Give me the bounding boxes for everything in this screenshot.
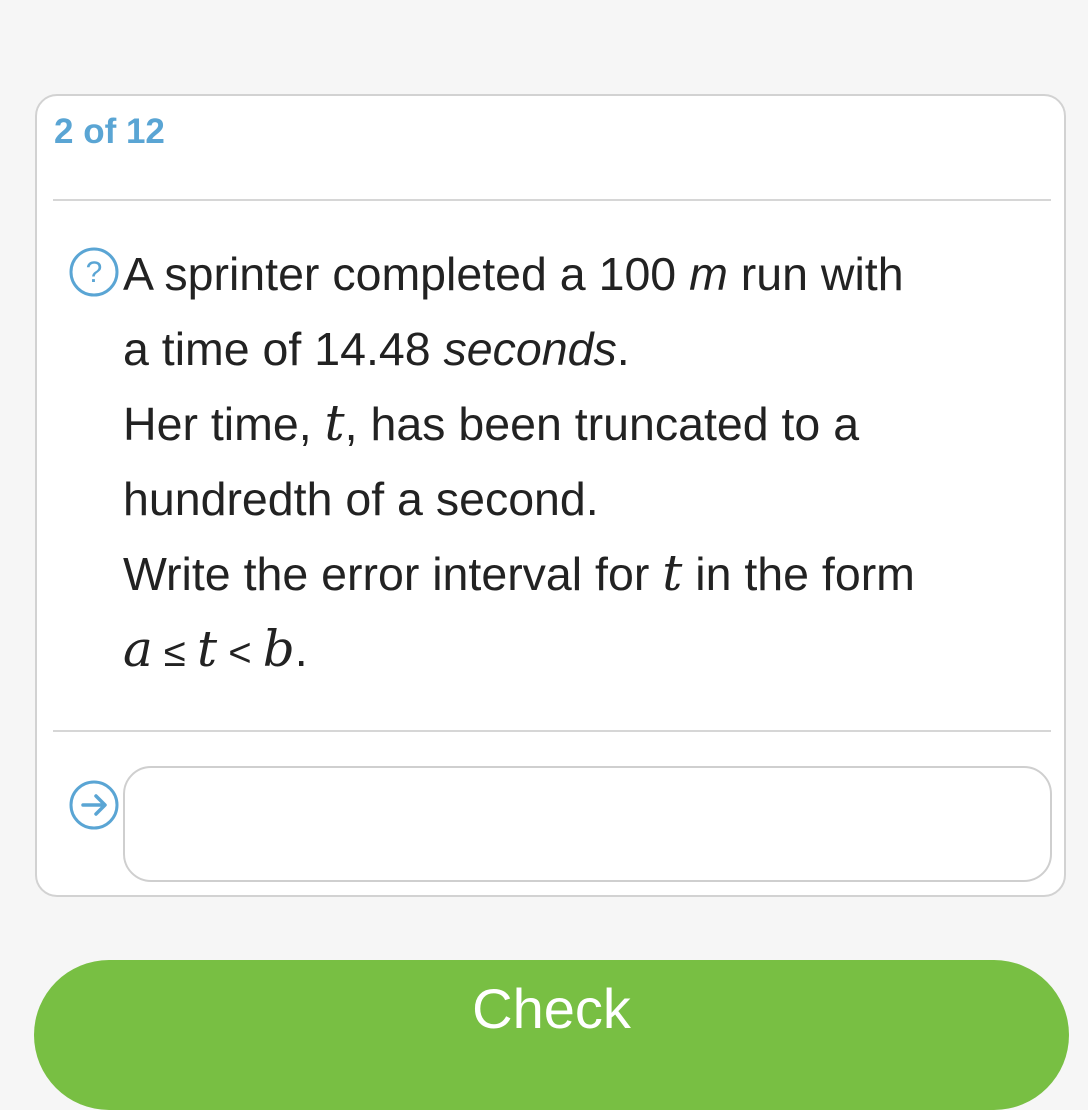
unit-seconds: seconds: [443, 322, 617, 375]
question-line-3: Her time, t, has been truncated to a: [123, 394, 860, 452]
check-button[interactable]: Check: [34, 960, 1069, 1110]
variable-b: b: [262, 619, 295, 678]
less-than-sign: <: [217, 630, 263, 675]
question-counter: 2 of 12: [54, 112, 165, 151]
question-line-1: A sprinter completed a 100 m run with: [123, 248, 904, 300]
question-card: 2 of 12 ? A sprinter completed a 100 m r…: [35, 94, 1066, 897]
variable-a: a: [123, 619, 153, 678]
question-line-6: a ≤ t < b.: [123, 619, 308, 678]
question-line-4: hundredth of a second.: [123, 472, 599, 525]
question-line-5: Write the error interval for t in the fo…: [123, 544, 915, 602]
variable-t: t: [662, 544, 683, 602]
arrow-right-circle-icon: [69, 780, 119, 830]
variable-t: t: [324, 394, 345, 452]
question-circle-icon[interactable]: ?: [68, 246, 120, 298]
divider-bottom: [53, 730, 1051, 732]
question-text: A sprinter completed a 100 m run with a …: [123, 237, 1053, 690]
question-line-2: a time of 14.48 seconds.: [123, 322, 630, 375]
unit-metres: m: [689, 248, 728, 300]
answer-input[interactable]: [123, 766, 1052, 882]
variable-t: t: [197, 619, 218, 678]
less-equal-sign: ≤: [152, 630, 197, 675]
divider-top: [53, 199, 1051, 201]
svg-text:?: ?: [86, 256, 103, 289]
